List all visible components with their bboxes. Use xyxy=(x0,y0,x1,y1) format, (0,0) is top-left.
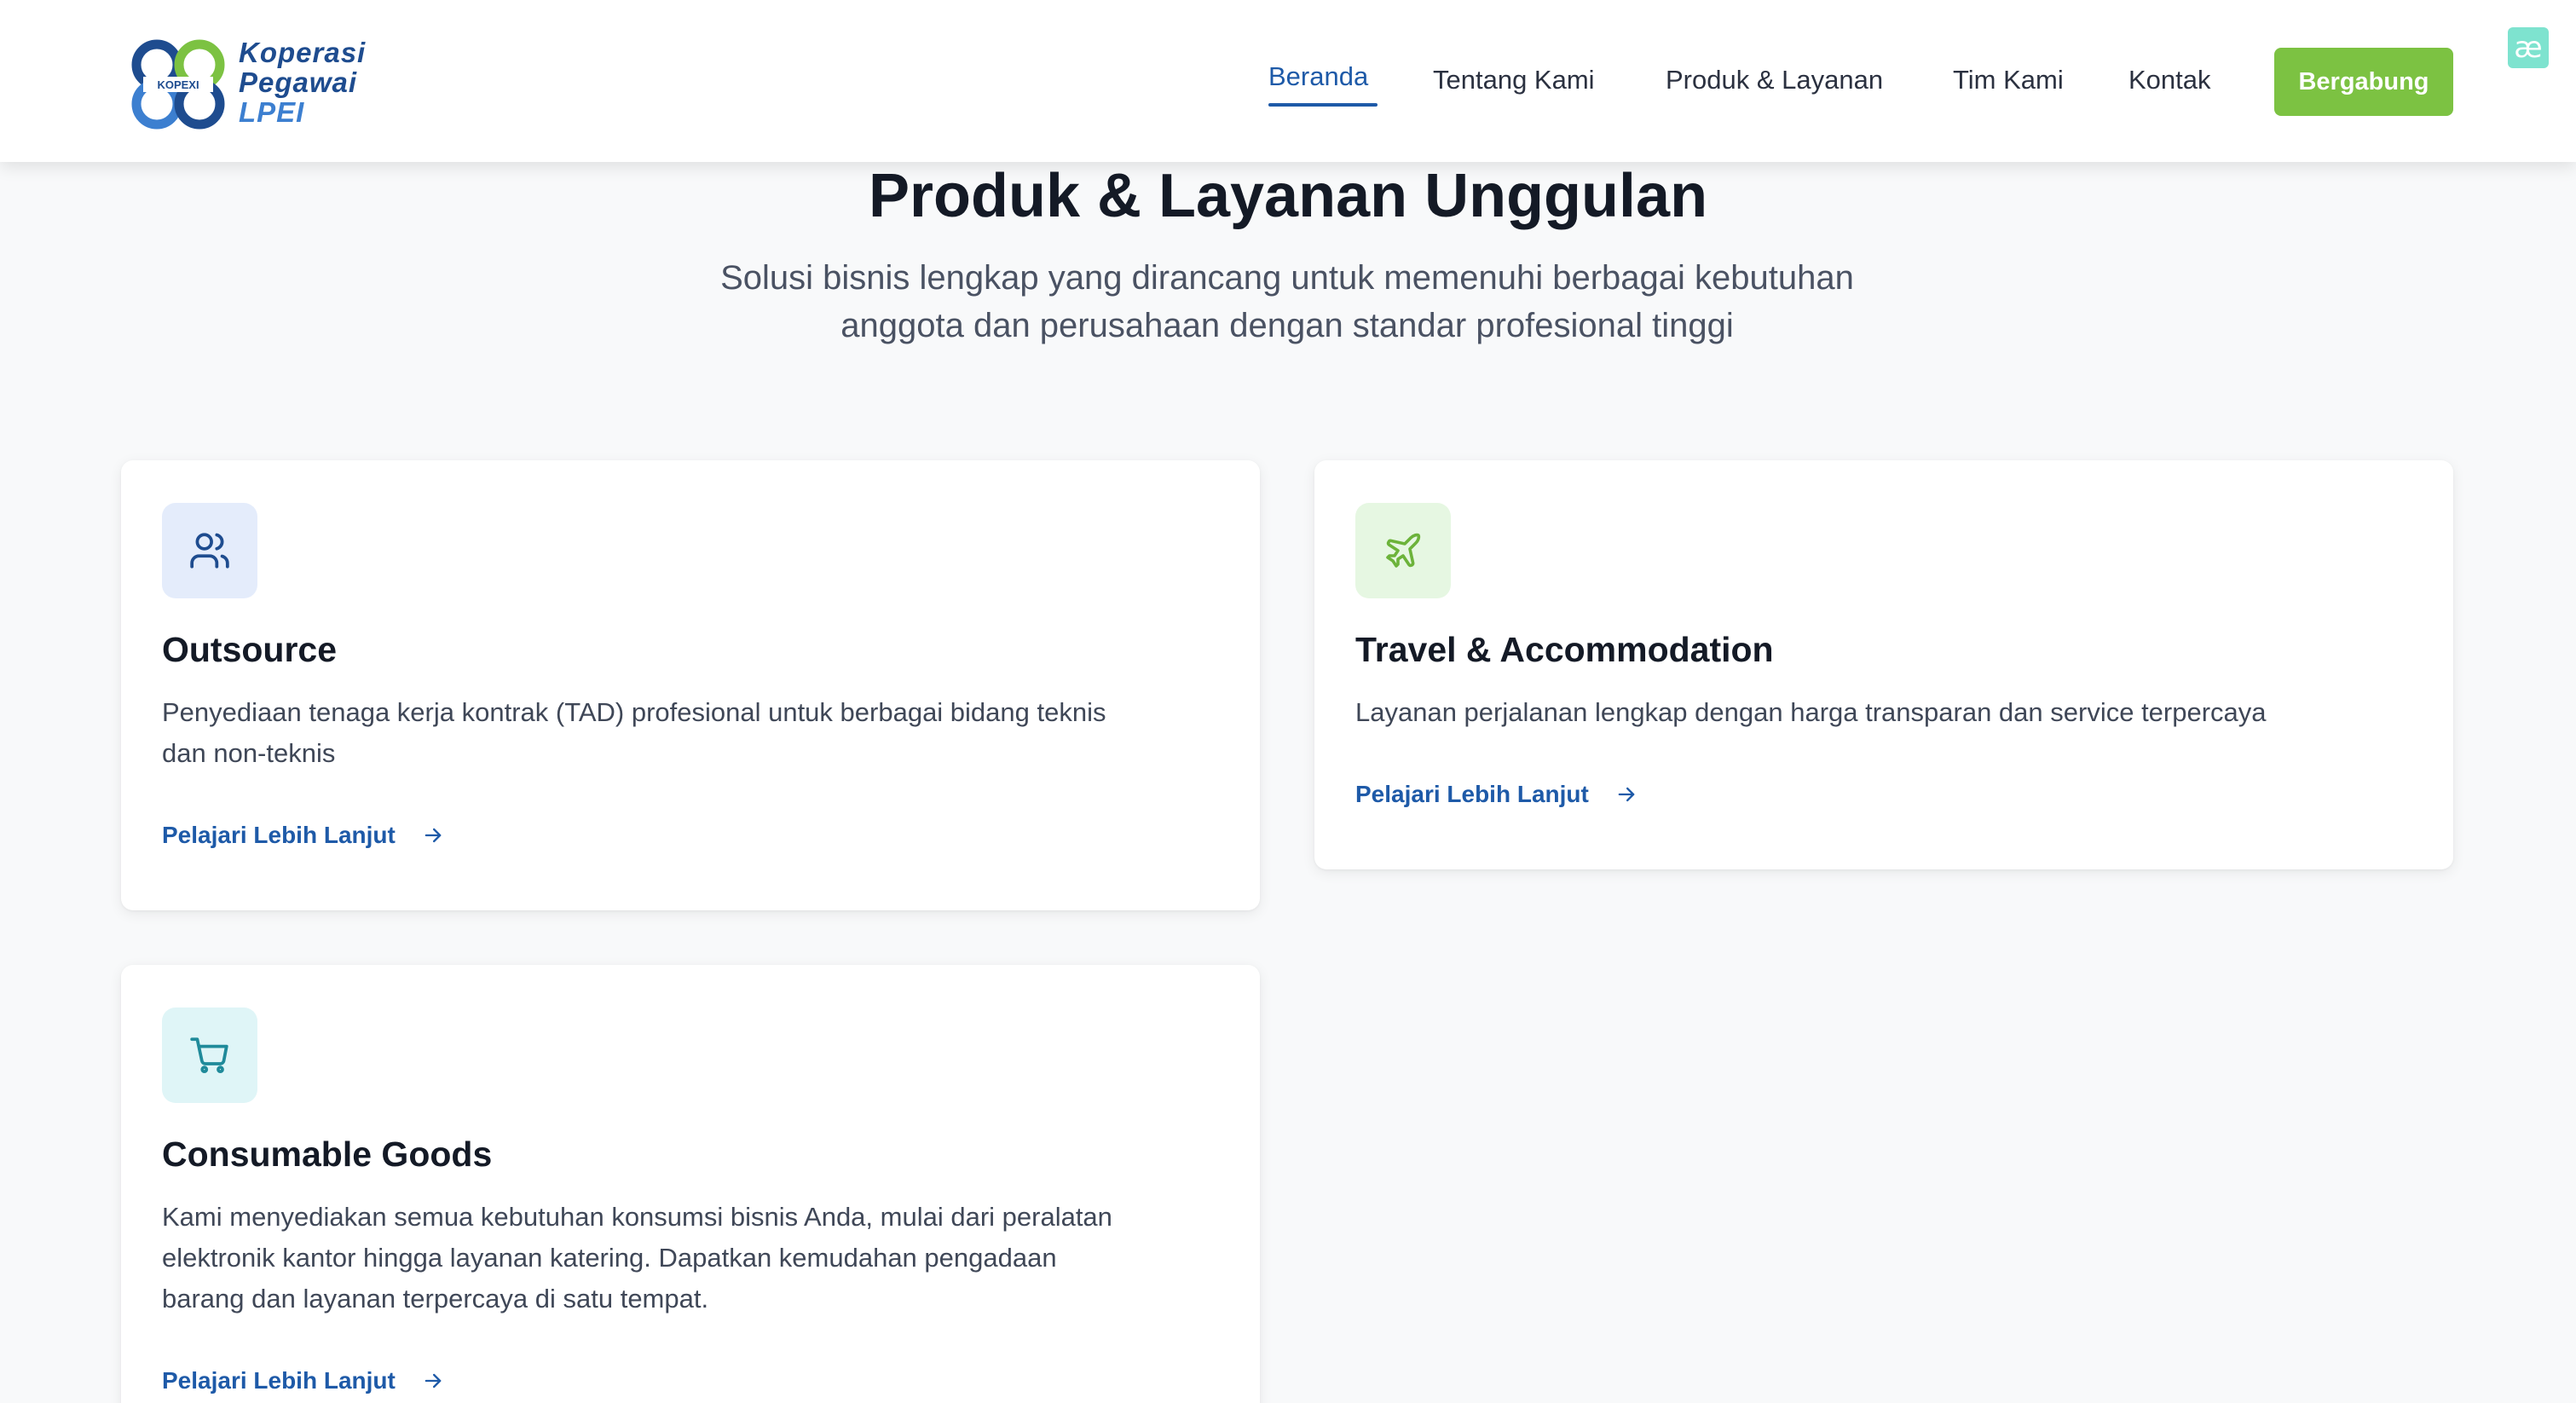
section-title: Produk & Layanan Unggulan xyxy=(868,162,1708,230)
card-title: Consumable Goods xyxy=(162,1135,493,1174)
card-description-line-1: Kami menyediakan semua kebutuhan konsums… xyxy=(162,1202,1112,1232)
card-description-line-1: Layanan perjalanan lengkap dengan harga … xyxy=(1355,697,2267,727)
nav-beranda[interactable]: Beranda xyxy=(1268,60,1368,94)
card-description: Layanan perjalanan lengkap dengan harga … xyxy=(1355,692,2412,733)
card-travel: Travel & Accommodation Layanan perjalana… xyxy=(1314,460,2453,869)
card-icon-box xyxy=(1355,503,1451,598)
card-title: Outsource xyxy=(162,630,338,669)
main-nav: Beranda Tentang Kami Produk & Layanan Ti… xyxy=(0,0,2576,162)
card-title: Travel & Accommodation xyxy=(1355,630,1774,669)
learn-more-label: Pelajari Lebih Lanjut xyxy=(1355,781,1589,807)
arrow-right-icon xyxy=(1614,782,1638,806)
extension-badge-icon[interactable]: æ xyxy=(2508,27,2549,68)
plane-icon xyxy=(1386,533,1421,568)
cart-icon xyxy=(190,1037,228,1074)
learn-more-link[interactable]: Pelajari Lebih Lanjut xyxy=(1355,777,1638,811)
arrow-right-icon xyxy=(421,1369,445,1393)
join-button[interactable]: Bergabung xyxy=(2274,48,2453,116)
nav-produk-layanan[interactable]: Produk & Layanan xyxy=(1666,63,1883,97)
nav-active-indicator xyxy=(1268,103,1378,107)
nav-tentang-kami[interactable]: Tentang Kami xyxy=(1433,63,1595,97)
card-description-line-2: elektronik kantor hingga layanan katerin… xyxy=(162,1243,1057,1273)
learn-more-link[interactable]: Pelajari Lebih Lanjut xyxy=(162,1364,445,1398)
nav-tim-kami[interactable]: Tim Kami xyxy=(1953,63,2064,97)
section-subtitle: Solusi bisnis lengkap yang dirancang unt… xyxy=(648,254,1926,349)
learn-more-label: Pelajari Lebih Lanjut xyxy=(162,1367,396,1394)
card-description: Penyediaan tenaga kerja kontrak (TAD) pr… xyxy=(162,692,1219,774)
card-consumable-goods: Consumable Goods Kami menyediakan semua … xyxy=(121,965,1260,1403)
section-subtitle-line-1: Solusi bisnis lengkap yang dirancang unt… xyxy=(720,259,1854,297)
users-icon xyxy=(190,533,229,569)
card-description-line-3: barang dan layanan terpercaya di satu te… xyxy=(162,1284,709,1314)
card-description-line-2: dan non-teknis xyxy=(162,738,336,768)
card-icon-box xyxy=(162,1008,257,1103)
site-header: KOPEXI Koperasi Pegawai LPEI Beranda Ten… xyxy=(0,0,2576,162)
card-outsource: Outsource Penyediaan tenaga kerja kontra… xyxy=(121,460,1260,910)
learn-more-label: Pelajari Lebih Lanjut xyxy=(162,822,396,848)
learn-more-link[interactable]: Pelajari Lebih Lanjut xyxy=(162,818,445,852)
card-icon-box xyxy=(162,503,257,598)
arrow-right-icon xyxy=(421,823,445,847)
section-subtitle-line-2: anggota dan perusahaan dengan standar pr… xyxy=(840,307,1734,344)
card-description-line-1: Penyediaan tenaga kerja kontrak (TAD) pr… xyxy=(162,697,1106,727)
nav-kontak[interactable]: Kontak xyxy=(2128,63,2211,97)
card-description: Kami menyediakan semua kebutuhan konsums… xyxy=(162,1197,1219,1319)
